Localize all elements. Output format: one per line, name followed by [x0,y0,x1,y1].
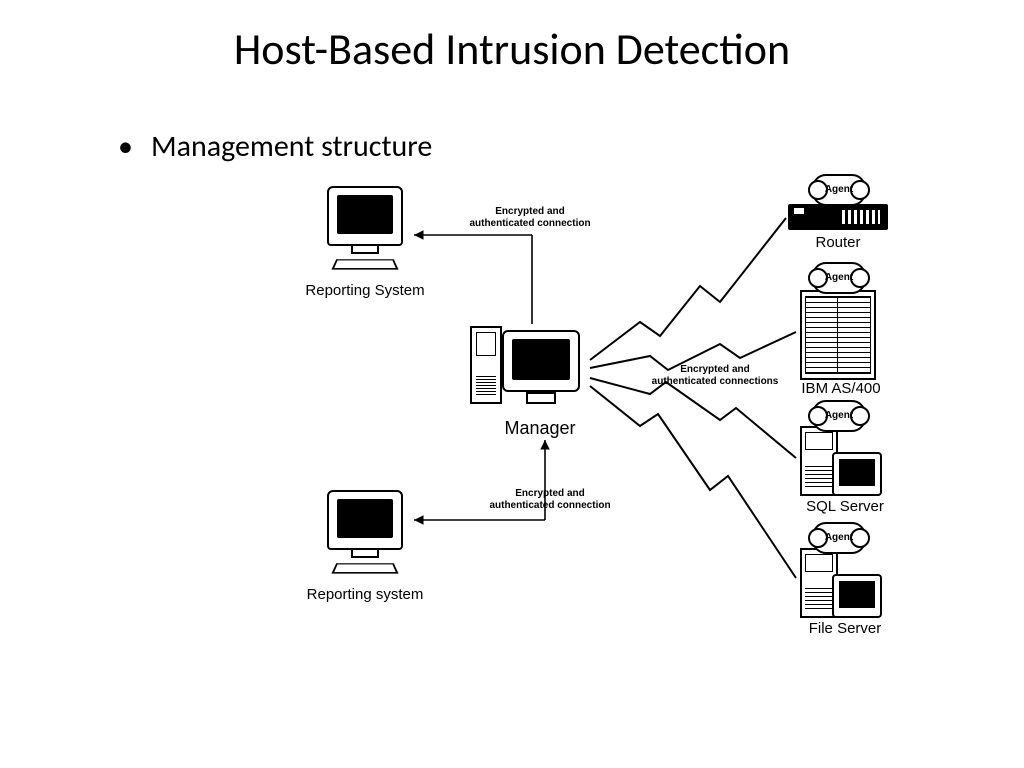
reporting-system-bottom-icon [325,490,405,576]
edge-label-bottom: Encrypted and authenticated connection [480,488,620,511]
manager-label: Manager [485,418,595,439]
router-icon [788,204,888,230]
agent-cloud-sql: Agent [812,400,866,432]
reporting-system-top-icon [325,186,405,272]
bullet-management-structure: Management structure [118,128,432,165]
router-label: Router [788,234,888,251]
as400-label: IBM AS/400 [786,380,896,397]
sql-server-label: SQL Server [790,498,900,515]
manager-icon [470,326,580,404]
file-server-label: File Server [790,620,900,637]
reporting-system-bottom-label: Reporting system [290,586,440,603]
agent-cloud-router: Agent [812,174,866,206]
edge-label-right: Encrypted and authenticated connections [640,364,790,387]
agent-cloud-as400: Agent [812,262,866,294]
reporting-system-top-label: Reporting System [290,282,440,299]
agent-cloud-file: Agent [812,522,866,554]
as400-icon [800,290,876,380]
sql-server-icon [800,426,882,496]
edge-label-top: Encrypted and authenticated connection [460,206,600,229]
file-server-icon [800,548,882,618]
slide-title: Host-Based Intrusion Detection [0,22,1024,76]
